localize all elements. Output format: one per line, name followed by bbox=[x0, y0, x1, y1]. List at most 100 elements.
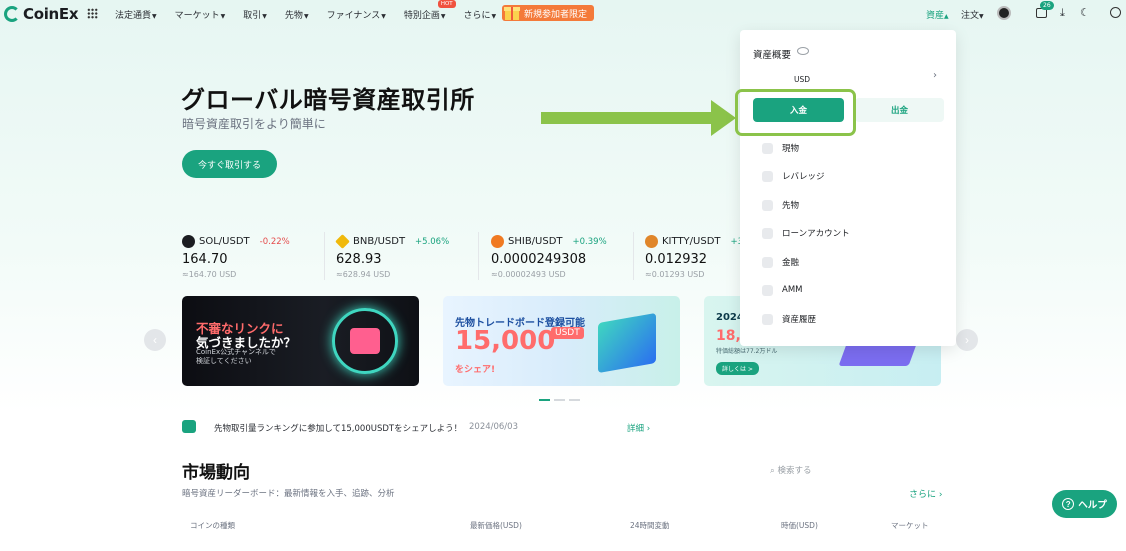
ticker-symbol-row: BNB/USDT +5.06% bbox=[335, 234, 449, 249]
caret-down-icon: ▼ bbox=[220, 13, 226, 20]
ticker-divider bbox=[324, 232, 325, 280]
help-button[interactable]: ? ヘルプ bbox=[1052, 490, 1117, 518]
carousel-dot[interactable] bbox=[539, 399, 550, 401]
ticker-price: 0.0000249308 bbox=[491, 252, 587, 267]
eye-icon[interactable] bbox=[797, 47, 809, 55]
spot-icon bbox=[762, 142, 773, 154]
dropdown-item-history[interactable]: 資産履歴 bbox=[762, 312, 816, 326]
menu-special[interactable]: 特別企画▼ HOT bbox=[403, 0, 456, 21]
dropdown-item-label: 先物 bbox=[782, 201, 800, 211]
dropdown-item-label: 金融 bbox=[782, 258, 800, 268]
chevron-right-icon[interactable]: › bbox=[933, 70, 937, 81]
ticker-shib[interactable]: SHIB/USDT +0.39% 0.0000249308 ≈0.0000249… bbox=[491, 232, 641, 282]
apps-grid-icon[interactable] bbox=[87, 8, 98, 19]
shib-coin-icon bbox=[491, 235, 504, 248]
banner-caption: CoinEx公式チャンネルで 検証してください bbox=[196, 348, 276, 366]
market-search-input[interactable]: ⌕ 検索する bbox=[770, 464, 811, 476]
banner-details-button[interactable]: 詳しくは > bbox=[716, 362, 759, 375]
coinex-logo-icon bbox=[4, 6, 20, 22]
dropdown-item-label: 現物 bbox=[782, 144, 800, 154]
caret-down-icon: ▼ bbox=[979, 13, 984, 20]
download-icon[interactable]: ⤓ bbox=[1060, 6, 1065, 20]
menu-label: 先物 bbox=[284, 11, 303, 21]
top-nav: CoinEx 法定通貨▼ マーケット▼ 取引▼ 先物▼ ファイナンス▼ 特別企画… bbox=[0, 0, 1126, 28]
menu-label: 特別企画 bbox=[403, 11, 440, 21]
menu-futures[interactable]: 先物▼ bbox=[285, 8, 309, 21]
hero-title: グローバル暗号資産取引所 bbox=[181, 86, 475, 114]
avatar[interactable] bbox=[997, 6, 1011, 20]
menu-finance[interactable]: ファイナンス▼ bbox=[327, 8, 386, 21]
currency-label: USD bbox=[794, 75, 811, 84]
banner-amount: 15,000 bbox=[455, 326, 556, 356]
assets-overview-title: 資産概要 bbox=[753, 50, 792, 61]
banner-futures-board[interactable]: 先物トレードボード登録可能 15,000 USDT をシェア! bbox=[443, 296, 680, 386]
col-marketcap: 時価(USD) bbox=[781, 521, 818, 530]
banner-badge: USDT bbox=[551, 327, 584, 339]
ticker-price: 164.70 bbox=[182, 252, 228, 267]
market-subtitle: 暗号資産リーダーボード：最新情報を入手、追跡、分析 bbox=[182, 489, 395, 499]
dropdown-item-amm[interactable]: AMM bbox=[762, 283, 802, 297]
futures-icon bbox=[762, 199, 773, 211]
menu-markets[interactable]: マーケット▼ bbox=[175, 8, 226, 21]
ticker-usd: ≈0.00002493 USD bbox=[491, 270, 566, 279]
notice-text[interactable]: 先物取引量ランキングに参加して15,000USDTをシェアしよう！ bbox=[214, 422, 462, 434]
ticker-change: +0.39% bbox=[572, 236, 607, 247]
dark-mode-icon[interactable]: ☾ bbox=[1080, 6, 1090, 19]
notice-details-link[interactable]: 詳細 › bbox=[627, 422, 650, 434]
deposit-button[interactable]: 入金 bbox=[753, 98, 844, 122]
chevron-left-icon: ‹ bbox=[153, 333, 157, 347]
banner-caption-line: 検証してください bbox=[196, 357, 252, 365]
globe-icon[interactable] bbox=[1110, 7, 1121, 18]
cube-graphic-icon bbox=[598, 312, 656, 374]
trade-now-button[interactable]: 今すぐ取引する bbox=[182, 150, 277, 178]
carousel-dot[interactable] bbox=[569, 399, 580, 401]
banner-line: をシェア! bbox=[455, 365, 496, 375]
carousel-prev-button[interactable]: ‹ bbox=[144, 329, 166, 351]
sol-coin-icon bbox=[182, 235, 195, 248]
ticker-divider bbox=[633, 232, 634, 280]
ticker-bnb[interactable]: BNB/USDT +5.06% 628.93 ≈628.94 USD bbox=[335, 232, 486, 282]
col-change: 24時間変動 bbox=[630, 521, 670, 530]
help-label: ヘルプ bbox=[1078, 500, 1107, 511]
search-placeholder: 検索する bbox=[777, 466, 812, 476]
dropdown-item-loan[interactable]: ローンアカウント bbox=[762, 226, 850, 240]
ticker-symbol-row: SHIB/USDT +0.39% bbox=[491, 235, 607, 248]
assets-dropdown: 資産概要 USD › 入金 出金 現物 レバレッジ 先物 ローンアカウント 金融… bbox=[740, 30, 956, 346]
dropdown-item-finance[interactable]: 金融 bbox=[762, 255, 799, 269]
menu-trade[interactable]: 取引▼ bbox=[243, 8, 267, 21]
assets-menu[interactable]: 資産▲ bbox=[926, 8, 949, 21]
dropdown-item-futures[interactable]: 先物 bbox=[762, 198, 799, 212]
ticker-price: 0.012932 bbox=[645, 252, 708, 267]
caret-down-icon: ▼ bbox=[440, 13, 446, 20]
finance-icon bbox=[762, 256, 773, 268]
carousel-dot[interactable] bbox=[554, 399, 565, 401]
banner-caption: 特価総額は77.2万ドル bbox=[716, 348, 778, 355]
orders-menu[interactable]: 注文▼ bbox=[961, 8, 984, 21]
dropdown-item-spot[interactable]: 現物 bbox=[762, 141, 799, 155]
question-icon: ? bbox=[1062, 498, 1075, 510]
ticker-symbol: KITTY/USDT bbox=[662, 236, 721, 247]
caret-down-icon: ▼ bbox=[491, 13, 497, 20]
logo-text: CoinEx bbox=[23, 5, 79, 23]
menu-fiat[interactable]: 法定通貨▼ bbox=[115, 8, 157, 21]
assets-label: 資産 bbox=[926, 11, 945, 21]
ticker-kitty[interactable]: KITTY/USDT +3 0.012932 ≈0.01293 USD bbox=[645, 232, 741, 282]
carousel-next-button[interactable]: › bbox=[956, 329, 978, 351]
history-icon bbox=[762, 313, 773, 325]
caret-up-icon: ▲ bbox=[944, 13, 949, 20]
caret-down-icon: ▼ bbox=[152, 13, 157, 20]
ticker-sol[interactable]: SOL/USDT -0.22% 164.70 ≈164.70 USD bbox=[182, 232, 332, 282]
banner-phishing[interactable]: 不審なリンクに 気づきましたか？ CoinEx公式チャンネルで 検証してください bbox=[182, 296, 419, 386]
withdraw-button[interactable]: 出金 bbox=[855, 98, 944, 122]
dropdown-item-label: AMM bbox=[782, 285, 803, 295]
col-price: 最新価格(USD) bbox=[470, 521, 522, 530]
menu-more[interactable]: さらに▼ bbox=[463, 8, 496, 21]
coinex-logo[interactable]: CoinEx bbox=[4, 5, 79, 23]
kitty-coin-icon bbox=[645, 235, 658, 248]
col-market: マーケット bbox=[891, 521, 929, 530]
market-more-link[interactable]: さらに › bbox=[909, 487, 942, 500]
dropdown-item-label: レバレッジ bbox=[782, 172, 825, 182]
speaker-icon bbox=[182, 420, 196, 433]
dropdown-item-margin[interactable]: レバレッジ bbox=[762, 169, 825, 183]
promo-button[interactable]: 新規参加者限定 bbox=[502, 5, 594, 21]
